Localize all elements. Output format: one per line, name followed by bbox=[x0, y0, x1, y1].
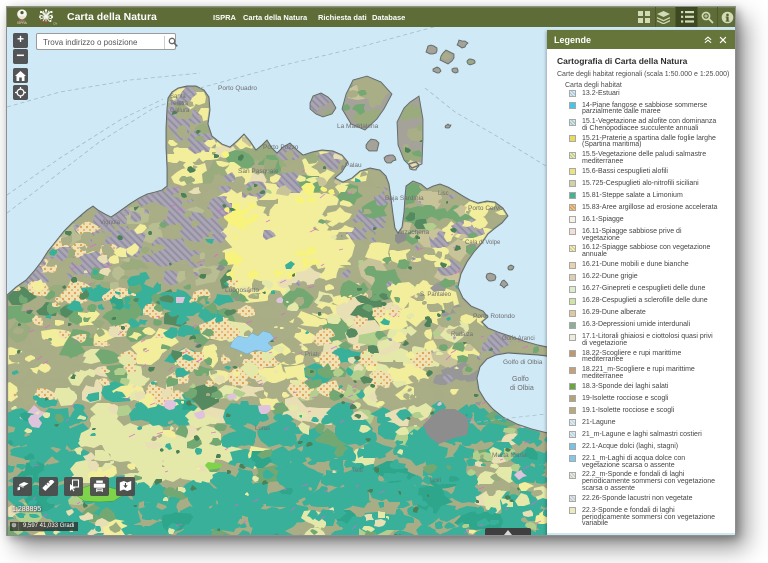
svg-text:Rudalza: Rudalza bbox=[451, 332, 474, 338]
svg-text:Golfo Aranci: Golfo Aranci bbox=[502, 336, 535, 342]
svg-text:ISPRA: ISPRA bbox=[17, 21, 27, 25]
svg-text:Baja Sardinia: Baja Sardinia bbox=[385, 195, 424, 202]
svg-text:Porto Rotondo: Porto Rotondo bbox=[473, 313, 515, 320]
svg-text:Golfo di Olbia: Golfo di Olbia bbox=[503, 359, 543, 366]
svg-text:Porto Cervo: Porto Cervo bbox=[468, 205, 503, 212]
svg-text:Palau: Palau bbox=[345, 162, 362, 169]
svg-text:Porto Pozzo: Porto Pozzo bbox=[263, 144, 299, 151]
svg-text:Lisc: Lisc bbox=[438, 191, 449, 197]
svg-text:Vignola: Vignola bbox=[100, 220, 121, 226]
svg-text:Telti: Telti bbox=[352, 468, 363, 474]
svg-text:Teresa: Teresa bbox=[170, 101, 189, 107]
svg-text:Priatu: Priatu bbox=[305, 352, 321, 358]
svg-text:Cala di Volpe: Cala di Volpe bbox=[465, 240, 501, 246]
svg-text:La Maddalena: La Maddalena bbox=[337, 123, 379, 130]
svg-text:Luogosanto: Luogosanto bbox=[225, 287, 259, 294]
svg-text:Santa: Santa bbox=[170, 94, 186, 100]
svg-text:Porto Quadro: Porto Quadro bbox=[218, 85, 257, 92]
svg-text:CN: CN bbox=[53, 22, 57, 26]
svg-text:Arzachena: Arzachena bbox=[398, 229, 429, 236]
svg-text:Loiri: Loiri bbox=[430, 478, 441, 484]
svg-text:Golfo: Golfo bbox=[512, 376, 529, 383]
svg-text:Gallura: Gallura bbox=[170, 108, 190, 114]
svg-text:Luras: Luras bbox=[255, 426, 270, 432]
svg-text:di Olbia: di Olbia bbox=[510, 385, 534, 392]
svg-text:S. Pantaleo: S. Pantaleo bbox=[420, 292, 452, 298]
svg-text:San Pasquale: San Pasquale bbox=[238, 168, 279, 175]
svg-text:Murta Maria: Murta Maria bbox=[492, 452, 527, 459]
